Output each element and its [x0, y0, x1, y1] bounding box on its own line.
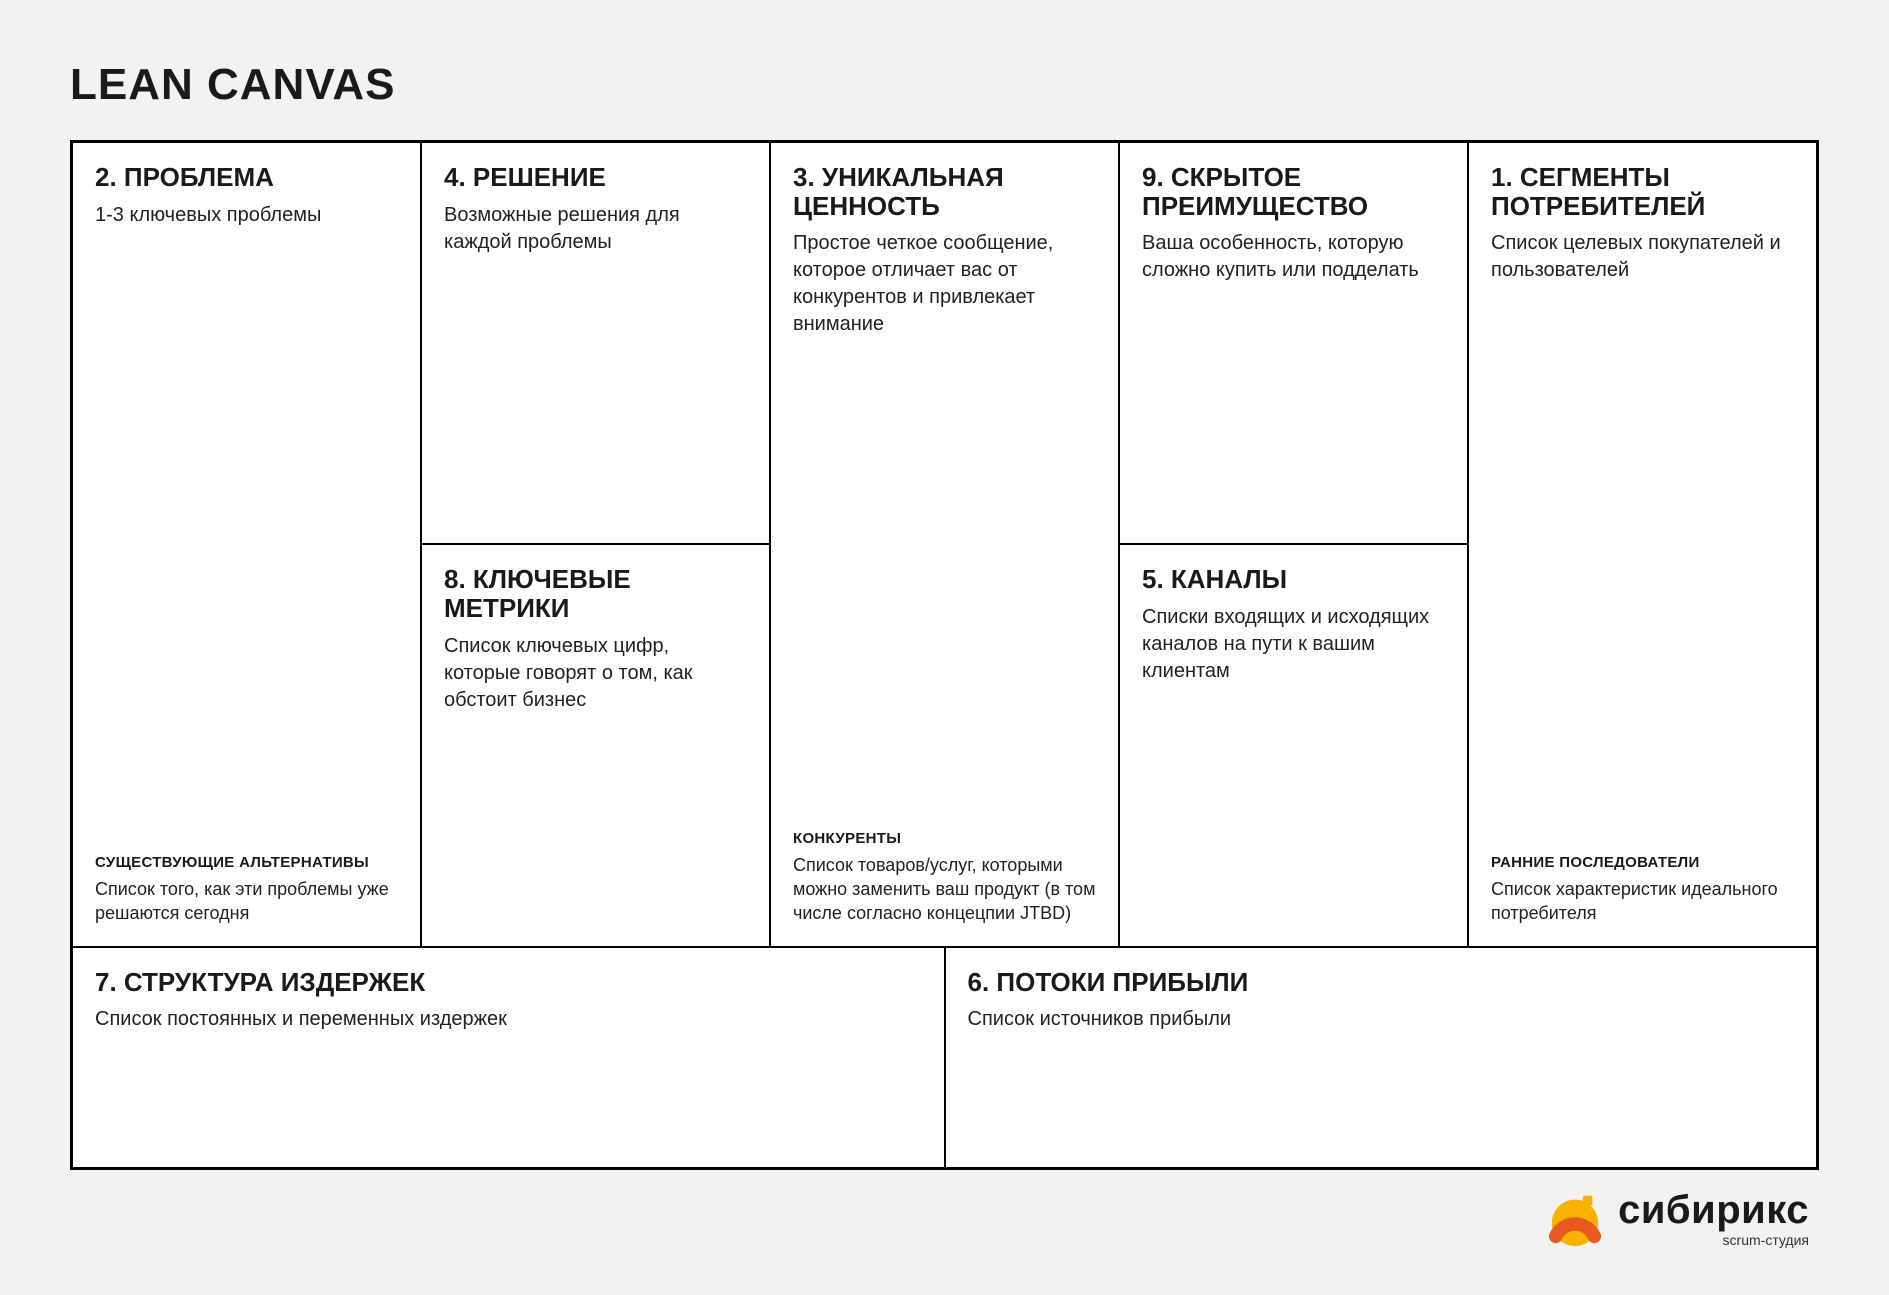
cell-advantage-body: Ваша особенность, которую сложно купить … — [1142, 230, 1445, 284]
cell-segments: 1. СЕГМЕНТЫ ПОТРЕБИТЕЛЕЙ Список целевых … — [1468, 142, 1817, 947]
cell-uvp-sub-title: КОНКУРЕНТЫ — [793, 830, 1096, 847]
cell-costs-body: Список постоянных и переменных издержек — [95, 1006, 922, 1033]
footer-logo: сибирикс scrum-студия — [70, 1190, 1819, 1248]
cell-segments-sub-title: РАННИЕ ПОСЛЕДОВАТЕЛИ — [1491, 854, 1794, 871]
cell-solution-body: Возможные решения для каждой проблемы — [444, 202, 747, 256]
cell-solution: 4. РЕШЕНИЕ Возможные решения для каждой … — [421, 142, 770, 544]
cell-metrics-body: Список ключевых цифр, которые говорят о … — [444, 633, 747, 714]
lean-canvas-grid: 2. ПРОБЛЕМА 1-3 ключевых проблемы СУЩЕСТ… — [70, 140, 1819, 1170]
cell-channels-body: Списки входящих и исходящих каналов на п… — [1142, 604, 1445, 685]
cell-solution-title: 4. РЕШЕНИЕ — [444, 163, 747, 192]
cell-problem-sub: СУЩЕСТВУЮЩИЕ АЛЬТЕРНАТИВЫ Список того, к… — [95, 854, 398, 926]
cell-problem: 2. ПРОБЛЕМА 1-3 ключевых проблемы СУЩЕСТ… — [72, 142, 421, 947]
cell-uvp-body: Простое четкое сообщение, которое отлича… — [793, 230, 1096, 338]
cell-uvp-title: 3. УНИКАЛЬНАЯ ЦЕННОСТЬ — [793, 163, 1096, 220]
cell-problem-sub-title: СУЩЕСТВУЮЩИЕ АЛЬТЕРНАТИВЫ — [95, 854, 398, 871]
cell-costs: 7. СТРУКТУРА ИЗДЕРЖЕК Список постоянных … — [72, 947, 945, 1168]
page-title: LEAN CANVAS — [70, 60, 1819, 110]
cell-channels: 5. КАНАЛЫ Списки входящих и исходящих ка… — [1119, 544, 1468, 946]
sibiriks-logo-icon — [1546, 1190, 1604, 1248]
cell-problem-body: 1-3 ключевых проблемы — [95, 202, 398, 229]
cell-uvp-sub: КОНКУРЕНТЫ Список товаров/услуг, которым… — [793, 830, 1096, 926]
cell-advantage: 9. СКРЫТОЕ ПРЕИМУЩЕСТВО Ваша особенность… — [1119, 142, 1468, 544]
logo-text: сибирикс scrum-студия — [1618, 1190, 1809, 1248]
cell-segments-title: 1. СЕГМЕНТЫ ПОТРЕБИТЕЛЕЙ — [1491, 163, 1794, 220]
cell-channels-title: 5. КАНАЛЫ — [1142, 565, 1445, 594]
cell-segments-body: Список целевых покупателей и пользовател… — [1491, 230, 1794, 284]
cell-revenue-title: 6. ПОТОКИ ПРИБЫЛИ — [968, 968, 1795, 997]
cell-metrics: 8. КЛЮЧЕВЫЕ МЕТРИКИ Список ключевых цифр… — [421, 544, 770, 946]
cell-uvp-sub-body: Список товаров/услуг, которыми можно зам… — [793, 853, 1096, 926]
cell-costs-title: 7. СТРУКТУРА ИЗДЕРЖЕК — [95, 968, 922, 997]
logo-tagline: scrum-студия — [1723, 1232, 1809, 1248]
cell-revenue-body: Список источников прибыли — [968, 1006, 1795, 1033]
cell-uvp: 3. УНИКАЛЬНАЯ ЦЕННОСТЬ Простое четкое со… — [770, 142, 1119, 947]
cell-segments-sub: РАННИЕ ПОСЛЕДОВАТЕЛИ Список характеристи… — [1491, 854, 1794, 926]
cell-problem-title: 2. ПРОБЛЕМА — [95, 163, 398, 192]
cell-revenue: 6. ПОТОКИ ПРИБЫЛИ Список источников приб… — [945, 947, 1818, 1168]
cell-segments-sub-body: Список характеристик идеального потребит… — [1491, 877, 1794, 926]
cell-problem-sub-body: Список того, как эти проблемы уже решают… — [95, 877, 398, 926]
cell-advantage-title: 9. СКРЫТОЕ ПРЕИМУЩЕСТВО — [1142, 163, 1445, 220]
cell-metrics-title: 8. КЛЮЧЕВЫЕ МЕТРИКИ — [444, 565, 747, 622]
logo-word: сибирикс — [1618, 1190, 1809, 1230]
